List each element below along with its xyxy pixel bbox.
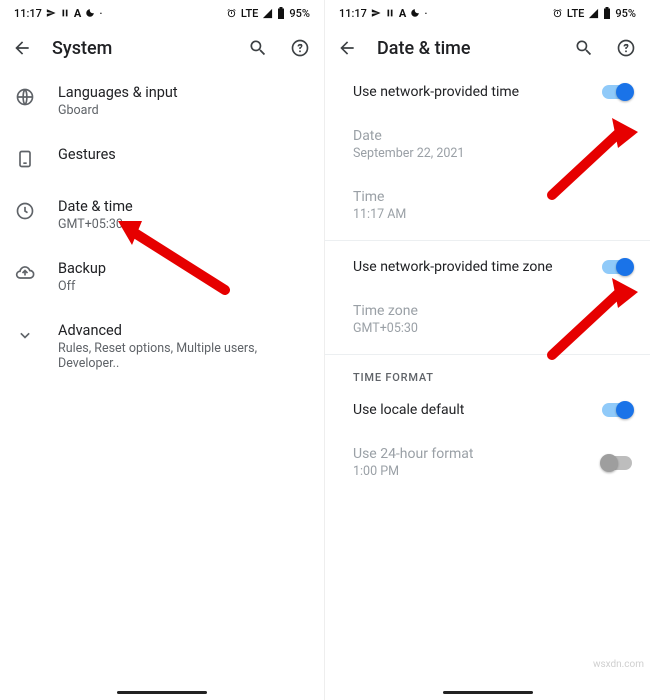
item-sub: Rules, Reset options, Multiple users, De… bbox=[58, 341, 308, 371]
item-advanced[interactable]: Advanced Rules, Reset options, Multiple … bbox=[0, 308, 324, 385]
item-sub: Off bbox=[58, 279, 308, 294]
row-24h: Use 24-hour format 1:00 PM bbox=[325, 432, 650, 493]
item-label: Date & time bbox=[58, 198, 308, 215]
a-icon: A bbox=[74, 7, 81, 20]
clock-icon bbox=[14, 200, 36, 222]
row-value: 11:17 AM bbox=[353, 207, 632, 222]
nav-handle[interactable] bbox=[117, 691, 207, 694]
item-label: Backup bbox=[58, 260, 308, 277]
pause-icon bbox=[60, 8, 70, 18]
search-button[interactable] bbox=[572, 36, 596, 60]
pause-icon bbox=[385, 8, 395, 18]
item-languages[interactable]: Languages & input Gboard bbox=[0, 70, 324, 132]
item-gestures[interactable]: Gestures bbox=[0, 132, 324, 184]
row-time: Time 11:17 AM bbox=[325, 175, 650, 236]
back-button[interactable] bbox=[335, 36, 359, 60]
item-sub: GMT+05:30 bbox=[58, 217, 308, 232]
globe-icon bbox=[14, 86, 36, 108]
search-button[interactable] bbox=[246, 36, 270, 60]
status-bar: 11:17 A · LTE 95% bbox=[0, 0, 324, 26]
watermark: wsxdn.com bbox=[593, 659, 644, 670]
row-label: Use locale default bbox=[353, 402, 602, 418]
battery-icon bbox=[603, 7, 611, 19]
dot-icon: · bbox=[424, 7, 427, 20]
divider bbox=[325, 240, 650, 241]
page-title: Date & time bbox=[377, 38, 554, 59]
send-icon bbox=[46, 8, 56, 18]
system-list: Languages & input Gboard Gestures Date &… bbox=[0, 70, 324, 700]
row-value: September 22, 2021 bbox=[353, 146, 632, 161]
moon-icon bbox=[85, 8, 95, 18]
toggle-locale-default[interactable] bbox=[602, 403, 632, 417]
signal-icon bbox=[588, 8, 599, 19]
status-battery: 95% bbox=[289, 7, 310, 20]
toggle-24h bbox=[602, 456, 632, 470]
a-icon: A bbox=[399, 7, 406, 20]
row-locale-default[interactable]: Use locale default bbox=[325, 388, 650, 432]
row-network-zone[interactable]: Use network-provided time zone bbox=[325, 245, 650, 289]
item-label: Advanced bbox=[58, 322, 308, 339]
status-battery: 95% bbox=[615, 7, 636, 20]
row-label: Time zone bbox=[353, 303, 632, 319]
row-label: Use network-provided time zone bbox=[353, 259, 602, 275]
item-backup[interactable]: Backup Off bbox=[0, 246, 324, 308]
alarm-icon bbox=[552, 8, 563, 19]
signal-icon bbox=[262, 8, 273, 19]
status-time: 11:17 bbox=[14, 7, 42, 20]
date-time-screen: 11:17 A · LTE 95% bbox=[325, 0, 650, 700]
app-bar: System bbox=[0, 26, 324, 70]
cloud-icon bbox=[14, 262, 36, 284]
row-label: Time bbox=[353, 189, 632, 205]
item-label: Languages & input bbox=[58, 84, 308, 101]
back-button[interactable] bbox=[10, 36, 34, 60]
app-bar: Date & time bbox=[325, 26, 650, 70]
page-title: System bbox=[52, 38, 228, 59]
row-network-time[interactable]: Use network-provided time bbox=[325, 70, 650, 114]
section-time-format: TIME FORMAT bbox=[325, 359, 650, 388]
status-network: LTE bbox=[567, 7, 585, 20]
row-date: Date September 22, 2021 bbox=[325, 114, 650, 175]
item-sub: Gboard bbox=[58, 103, 308, 118]
help-button[interactable] bbox=[614, 36, 638, 60]
row-label: Use network-provided time bbox=[353, 84, 602, 100]
row-zone: Time zone GMT+05:30 bbox=[325, 289, 650, 350]
system-screen: 11:17 A · LTE 95% bbox=[0, 0, 325, 700]
toggle-network-time[interactable] bbox=[602, 85, 632, 99]
gestures-icon bbox=[14, 148, 36, 170]
row-label: Date bbox=[353, 128, 632, 144]
status-bar: 11:17 A · LTE 95% bbox=[325, 0, 650, 26]
row-label: Use 24-hour format bbox=[353, 446, 602, 462]
date-time-list: Use network-provided time Date September… bbox=[325, 70, 650, 700]
battery-icon bbox=[277, 7, 285, 19]
moon-icon bbox=[410, 8, 420, 18]
toggle-network-zone[interactable] bbox=[602, 260, 632, 274]
dot-icon: · bbox=[99, 7, 102, 20]
help-button[interactable] bbox=[288, 36, 312, 60]
item-date-time[interactable]: Date & time GMT+05:30 bbox=[0, 184, 324, 246]
divider bbox=[325, 354, 650, 355]
nav-handle[interactable] bbox=[443, 691, 533, 694]
status-time: 11:17 bbox=[339, 7, 367, 20]
row-value: GMT+05:30 bbox=[353, 321, 632, 336]
chevron-down-icon bbox=[14, 324, 36, 346]
send-icon bbox=[371, 8, 381, 18]
item-label: Gestures bbox=[58, 146, 308, 163]
row-value: 1:00 PM bbox=[353, 464, 602, 479]
status-network: LTE bbox=[241, 7, 259, 20]
alarm-icon bbox=[226, 8, 237, 19]
